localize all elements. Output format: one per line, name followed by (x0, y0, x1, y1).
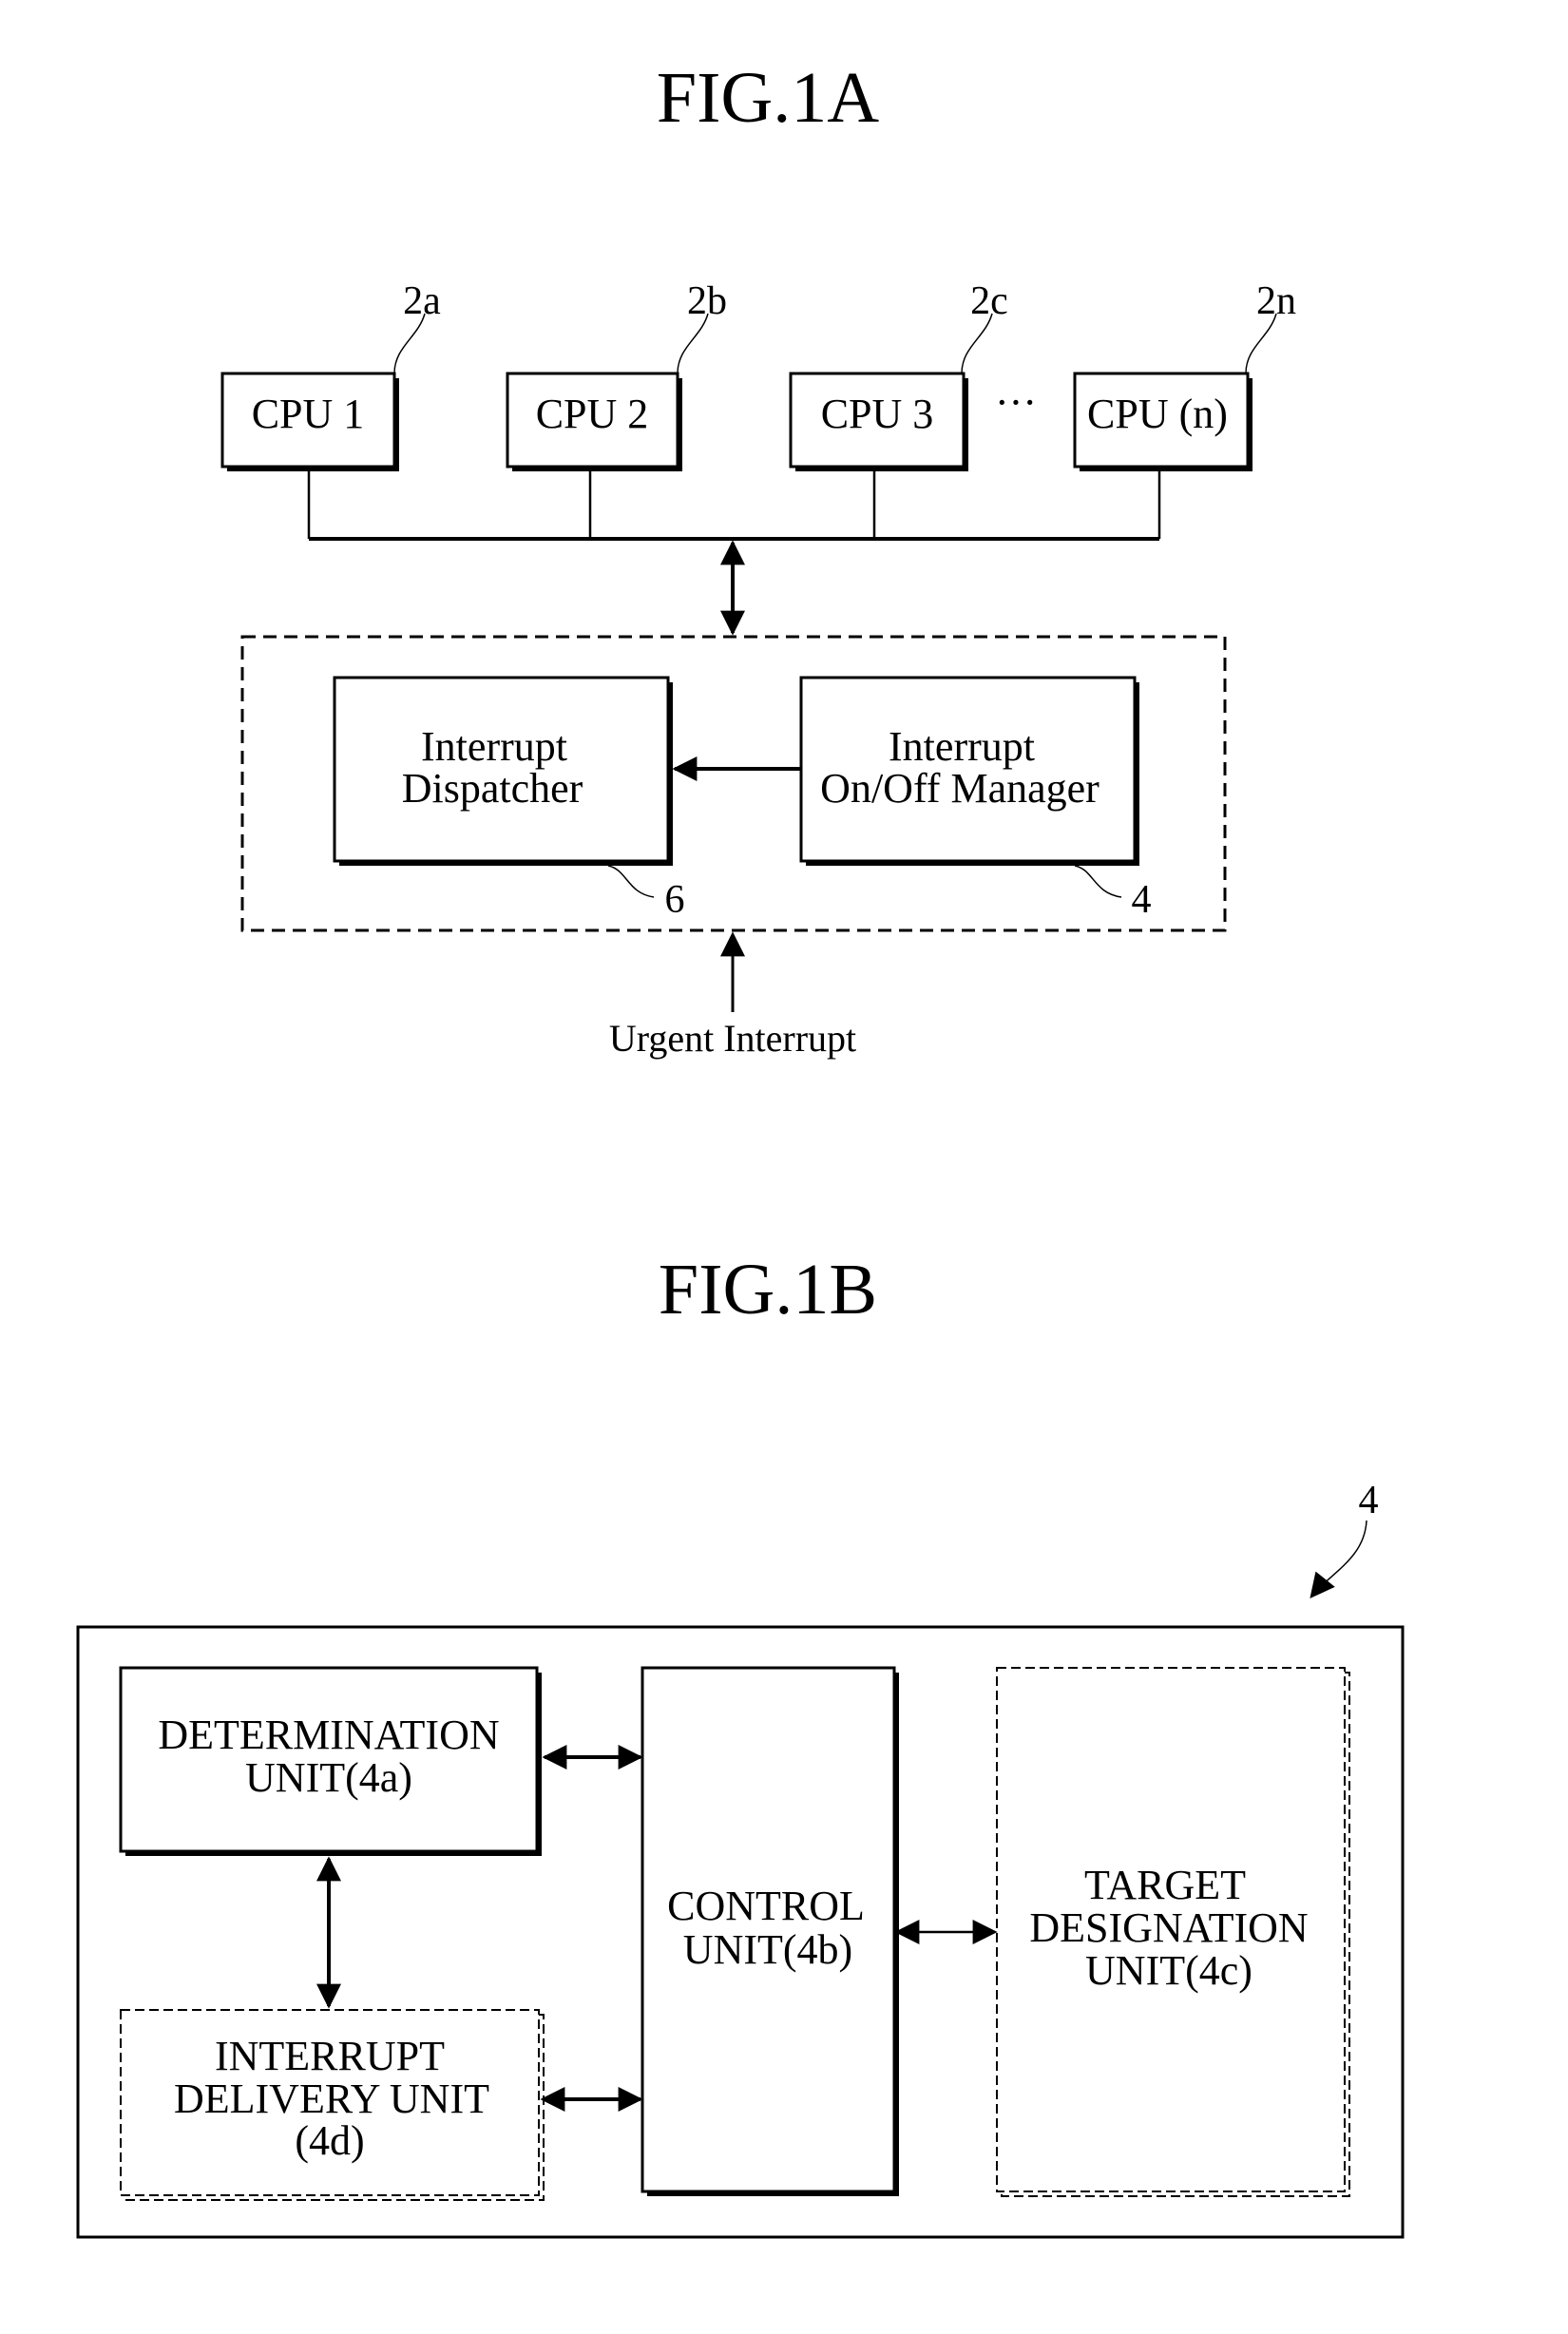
ref-2n: 2n (1245, 279, 1296, 374)
svg-text:INTERRUPT: INTERRUPT (215, 2033, 445, 2079)
svg-text:4: 4 (1359, 1479, 1379, 1522)
urgent-interrupt-label: Urgent Interrupt (609, 1017, 856, 1060)
svg-text:Interrupt: Interrupt (889, 723, 1035, 770)
svg-text:CONTROL: CONTROL (667, 1883, 865, 1929)
svg-text:Interrupt: Interrupt (421, 723, 567, 770)
svg-text:2c: 2c (970, 279, 1008, 323)
cpu-bus (307, 471, 1161, 541)
target-designation-unit-box: TARGET DESIGNATION UNIT(4c) (996, 1667, 1350, 2197)
svg-text:2a: 2a (403, 279, 441, 323)
ellipsis: ··· (995, 379, 1037, 426)
ref-4-pointer: 4 (1310, 1479, 1379, 1599)
svg-text:2b: 2b (687, 279, 727, 323)
cpu-box-2: CPU 2 (506, 372, 682, 471)
ref-4: 4 (1074, 865, 1152, 922)
patent-figure-sheet: FIG.1A CPU 1 CPU 2 CPU 3 ··· CPU (n) 2a … (76, 58, 1405, 2239)
svg-text:On/Off Manager: On/Off Manager (820, 765, 1100, 812)
svg-text:UNIT(4a): UNIT(4a) (245, 1754, 412, 1801)
svg-text:UNIT(4b): UNIT(4b) (683, 1926, 852, 1973)
svg-text:6: 6 (665, 878, 685, 922)
interrupt-dispatcher-box: Interrupt Dispatcher (333, 676, 673, 866)
ref-2c: 2c (961, 279, 1008, 374)
svg-text:TARGET: TARGET (1084, 1862, 1246, 1908)
svg-text:DELIVERY UNIT: DELIVERY UNIT (174, 2076, 489, 2122)
cpu-label: CPU 3 (821, 391, 934, 437)
cpu-box-n: CPU (n) (1073, 372, 1252, 471)
ref-6: 6 (607, 865, 685, 922)
interrupt-onoff-manager-box: Interrupt On/Off Manager (799, 676, 1139, 866)
determination-unit-box: DETERMINATION UNIT(4a) (119, 1666, 542, 1856)
svg-text:UNIT(4c): UNIT(4c) (1085, 1947, 1252, 1994)
fig1b-title: FIG.1B (659, 1250, 877, 1330)
svg-text:DETERMINATION: DETERMINATION (158, 1712, 499, 1758)
control-unit-box: CONTROL UNIT(4b) (641, 1666, 899, 2196)
cpu-label: CPU (n) (1087, 391, 1228, 437)
cpu-label: CPU 2 (536, 391, 649, 437)
cpu-label: CPU 1 (252, 391, 365, 437)
fig1a-title: FIG.1A (657, 58, 879, 138)
ref-2b: 2b (677, 279, 727, 374)
svg-text:4: 4 (1132, 878, 1152, 922)
cpu-box-1: CPU 1 (220, 372, 399, 471)
svg-text:(4d): (4d) (295, 2117, 364, 2164)
interrupt-delivery-unit-box: INTERRUPT DELIVERY UNIT (4d) (120, 2009, 545, 2201)
svg-text:2n: 2n (1256, 279, 1296, 323)
svg-text:DESIGNATION: DESIGNATION (1029, 1904, 1308, 1951)
cpu-box-3: CPU 3 (789, 372, 968, 471)
ref-2a: 2a (393, 279, 441, 374)
svg-text:Dispatcher: Dispatcher (402, 765, 583, 812)
